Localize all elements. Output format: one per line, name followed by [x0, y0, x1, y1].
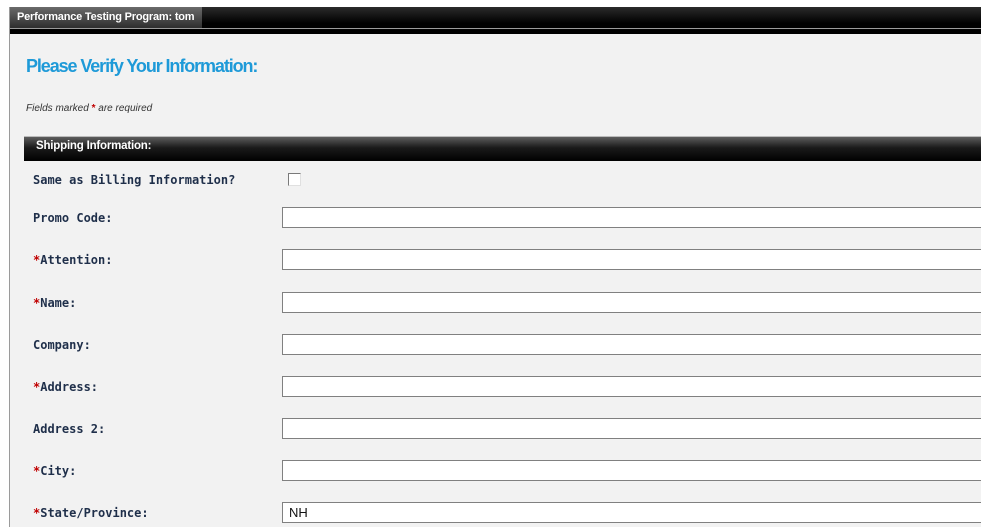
required-star-icon: *: [91, 103, 96, 114]
shipping-section-title: Shipping Information:: [36, 140, 152, 152]
promo-code-row: Promo Code:: [10, 204, 981, 234]
required-note-prefix: Fields marked: [26, 103, 89, 114]
state-input[interactable]: [282, 502, 981, 523]
state-label-text: State/Province:: [40, 506, 149, 520]
same-as-billing-row: Same as Billing Information?: [10, 166, 981, 196]
required-fields-note: Fields marked * are required: [26, 103, 152, 114]
promo-code-label: Promo Code:: [33, 211, 113, 225]
address2-label: Address 2:: [33, 422, 106, 436]
address-row: *Address:: [10, 373, 981, 403]
address2-row: Address 2:: [10, 415, 981, 445]
attention-row: *Attention:: [10, 246, 981, 276]
shipping-section-header: Shipping Information:: [24, 136, 981, 161]
state-label: *State/Province:: [33, 506, 149, 520]
address-label-text: Address:: [40, 380, 99, 394]
same-as-billing-label: Same as Billing Information?: [33, 173, 236, 187]
window-title: Performance Testing Program: tom: [10, 7, 203, 28]
address2-input[interactable]: [282, 418, 981, 439]
city-label-text: City:: [40, 464, 77, 478]
attention-label: *Attention:: [33, 253, 112, 267]
title-bar-divider: [10, 28, 981, 29]
name-row: *Name:: [10, 289, 981, 319]
required-note-suffix: are required: [98, 103, 153, 114]
app-frame: Performance Testing Program: tom Please …: [9, 7, 981, 527]
city-input[interactable]: [282, 460, 981, 481]
company-label: Company:: [33, 338, 91, 352]
city-row: *City:: [10, 457, 981, 487]
promo-code-input[interactable]: [282, 207, 981, 228]
same-as-billing-checkbox[interactable]: [288, 173, 301, 186]
attention-input[interactable]: [282, 249, 981, 270]
state-row: *State/Province:: [10, 499, 981, 527]
name-label: *Name:: [33, 296, 76, 310]
city-label: *City:: [33, 464, 76, 478]
name-label-text: Name:: [40, 296, 77, 310]
company-row: Company:: [10, 331, 981, 361]
address-input[interactable]: [282, 376, 981, 397]
address-label: *Address:: [33, 380, 98, 394]
title-bar: Performance Testing Program: tom: [10, 7, 981, 34]
name-input[interactable]: [282, 292, 981, 313]
company-input[interactable]: [282, 334, 981, 355]
page-title: Please Verify Your Information:: [26, 56, 258, 76]
attention-label-text: Attention:: [40, 253, 113, 267]
